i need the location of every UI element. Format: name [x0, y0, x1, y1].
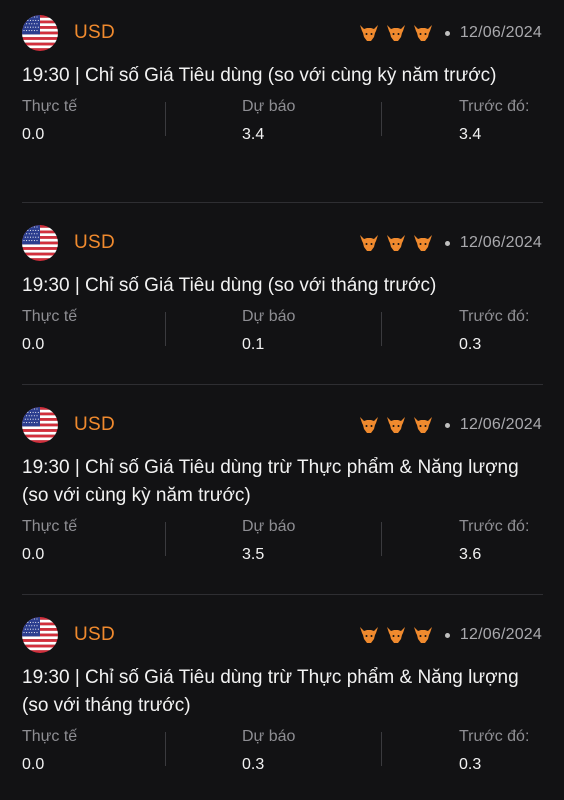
- actual-value: 0.0: [22, 126, 45, 143]
- us-flag-icon: [22, 407, 58, 443]
- previous-value: 3.6: [459, 546, 482, 563]
- previous-label: Trước đó:: [459, 308, 530, 325]
- event-stats: Thực tế 0.0 Dự báo 0.1 Trước đó: 0.3: [22, 306, 542, 362]
- event-header: USD 12/06/2024: [22, 406, 542, 444]
- column-divider: [381, 732, 382, 766]
- previous-value: 0.3: [459, 336, 482, 353]
- previous-column: Trước đó: 3.4: [459, 96, 529, 146]
- forecast-value: 3.4: [242, 126, 265, 143]
- event-date: 12/06/2024: [459, 626, 542, 643]
- separator-dot: [444, 30, 450, 36]
- us-flag-icon: [22, 15, 58, 51]
- event-date: 12/06/2024: [459, 416, 542, 433]
- currency-code: USD: [74, 232, 116, 253]
- actual-label: Thực tế: [22, 518, 78, 535]
- impact-rating: [352, 234, 433, 252]
- impact-rating: [352, 24, 433, 42]
- separator-dot: [444, 632, 450, 638]
- event-title: 19:30 | Chỉ số Giá Tiêu dùng trừ Thực ph…: [22, 457, 519, 506]
- event-stats: Thực tế 0.0 Dự báo 0.3 Trước đó: 0.3: [22, 726, 542, 782]
- us-flag-icon: [22, 617, 58, 653]
- column-divider: [381, 102, 382, 136]
- previous-column: Trước đó: 0.3: [459, 306, 529, 356]
- actual-column: Thực tế 0.0: [22, 306, 77, 356]
- actual-column: Thực tế 0.0: [22, 96, 77, 146]
- bull-icon: [359, 626, 379, 644]
- forecast-column: Dự báo 0.1: [242, 306, 295, 356]
- impact-rating: [352, 416, 433, 434]
- actual-value: 0.0: [22, 756, 45, 773]
- forecast-column: Dự báo 3.5: [242, 516, 295, 566]
- column-divider: [381, 522, 382, 556]
- previous-label: Trước đó:: [459, 518, 530, 535]
- actual-value: 0.0: [22, 336, 45, 353]
- event-card[interactable]: USD 12/06/2024 19:30 | Chỉ số Giá Tiêu d…: [0, 406, 564, 572]
- bull-icon: [413, 24, 433, 42]
- previous-column: Trước đó: 0.3: [459, 726, 529, 776]
- actual-label: Thực tế: [22, 308, 78, 325]
- bull-icon: [386, 234, 406, 252]
- bull-icon: [359, 416, 379, 434]
- card-divider: [22, 384, 543, 385]
- event-card[interactable]: USD 12/06/2024 19:30 | Chỉ số Giá Tiêu d…: [0, 616, 564, 782]
- currency-code: USD: [74, 22, 116, 43]
- forecast-column: Dự báo 0.3: [242, 726, 295, 776]
- event-date: 12/06/2024: [459, 234, 542, 251]
- forecast-value: 0.1: [242, 336, 265, 353]
- event-title: 19:30 | Chỉ số Giá Tiêu dùng (so với cùn…: [22, 65, 497, 86]
- actual-value: 0.0: [22, 546, 45, 563]
- separator-dot: [444, 240, 450, 246]
- event-title: 19:30 | Chỉ số Giá Tiêu dùng trừ Thực ph…: [22, 667, 519, 716]
- event-stats: Thực tế 0.0 Dự báo 3.5 Trước đó: 3.6: [22, 516, 542, 572]
- currency-code: USD: [74, 414, 116, 435]
- impact-rating: [352, 626, 433, 644]
- event-header: USD 12/06/2024: [22, 616, 542, 654]
- bull-icon: [359, 234, 379, 252]
- column-divider: [165, 312, 166, 346]
- actual-column: Thực tế 0.0: [22, 726, 77, 776]
- event-date: 12/06/2024: [459, 24, 542, 41]
- previous-value: 0.3: [459, 756, 482, 773]
- previous-value: 3.4: [459, 126, 482, 143]
- forecast-label: Dự báo: [242, 728, 296, 745]
- forecast-label: Dự báo: [242, 308, 296, 325]
- event-header: USD 12/06/2024: [22, 224, 542, 262]
- event-card[interactable]: USD 12/06/2024 19:30 | Chỉ số Giá Tiêu d…: [0, 14, 564, 152]
- forecast-label: Dự báo: [242, 98, 296, 115]
- us-flag-icon: [22, 225, 58, 261]
- bull-icon: [413, 416, 433, 434]
- event-card[interactable]: USD 12/06/2024 19:30 | Chỉ số Giá Tiêu d…: [0, 224, 564, 362]
- bull-icon: [359, 24, 379, 42]
- previous-label: Trước đó:: [459, 98, 530, 115]
- bull-icon: [386, 416, 406, 434]
- forecast-value: 3.5: [242, 546, 265, 563]
- actual-label: Thực tế: [22, 728, 78, 745]
- forecast-label: Dự báo: [242, 518, 296, 535]
- column-divider: [165, 522, 166, 556]
- column-divider: [381, 312, 382, 346]
- economic-calendar-list: USD 12/06/2024 19:30 | Chỉ số Giá Tiêu d…: [0, 0, 564, 800]
- bull-icon: [413, 234, 433, 252]
- event-header: USD 12/06/2024: [22, 14, 542, 52]
- bull-icon: [386, 24, 406, 42]
- forecast-column: Dự báo 3.4: [242, 96, 295, 146]
- currency-code: USD: [74, 624, 116, 645]
- column-divider: [165, 732, 166, 766]
- previous-column: Trước đó: 3.6: [459, 516, 529, 566]
- card-divider: [22, 594, 543, 595]
- column-divider: [165, 102, 166, 136]
- event-title: 19:30 | Chỉ số Giá Tiêu dùng (so với thá…: [22, 275, 437, 296]
- bull-icon: [413, 626, 433, 644]
- separator-dot: [444, 422, 450, 428]
- bull-icon: [386, 626, 406, 644]
- actual-column: Thực tế 0.0: [22, 516, 77, 566]
- event-stats: Thực tế 0.0 Dự báo 3.4 Trước đó: 3.4: [22, 96, 542, 152]
- card-divider: [22, 202, 543, 203]
- actual-label: Thực tế: [22, 98, 78, 115]
- previous-label: Trước đó:: [459, 728, 530, 745]
- forecast-value: 0.3: [242, 756, 265, 773]
